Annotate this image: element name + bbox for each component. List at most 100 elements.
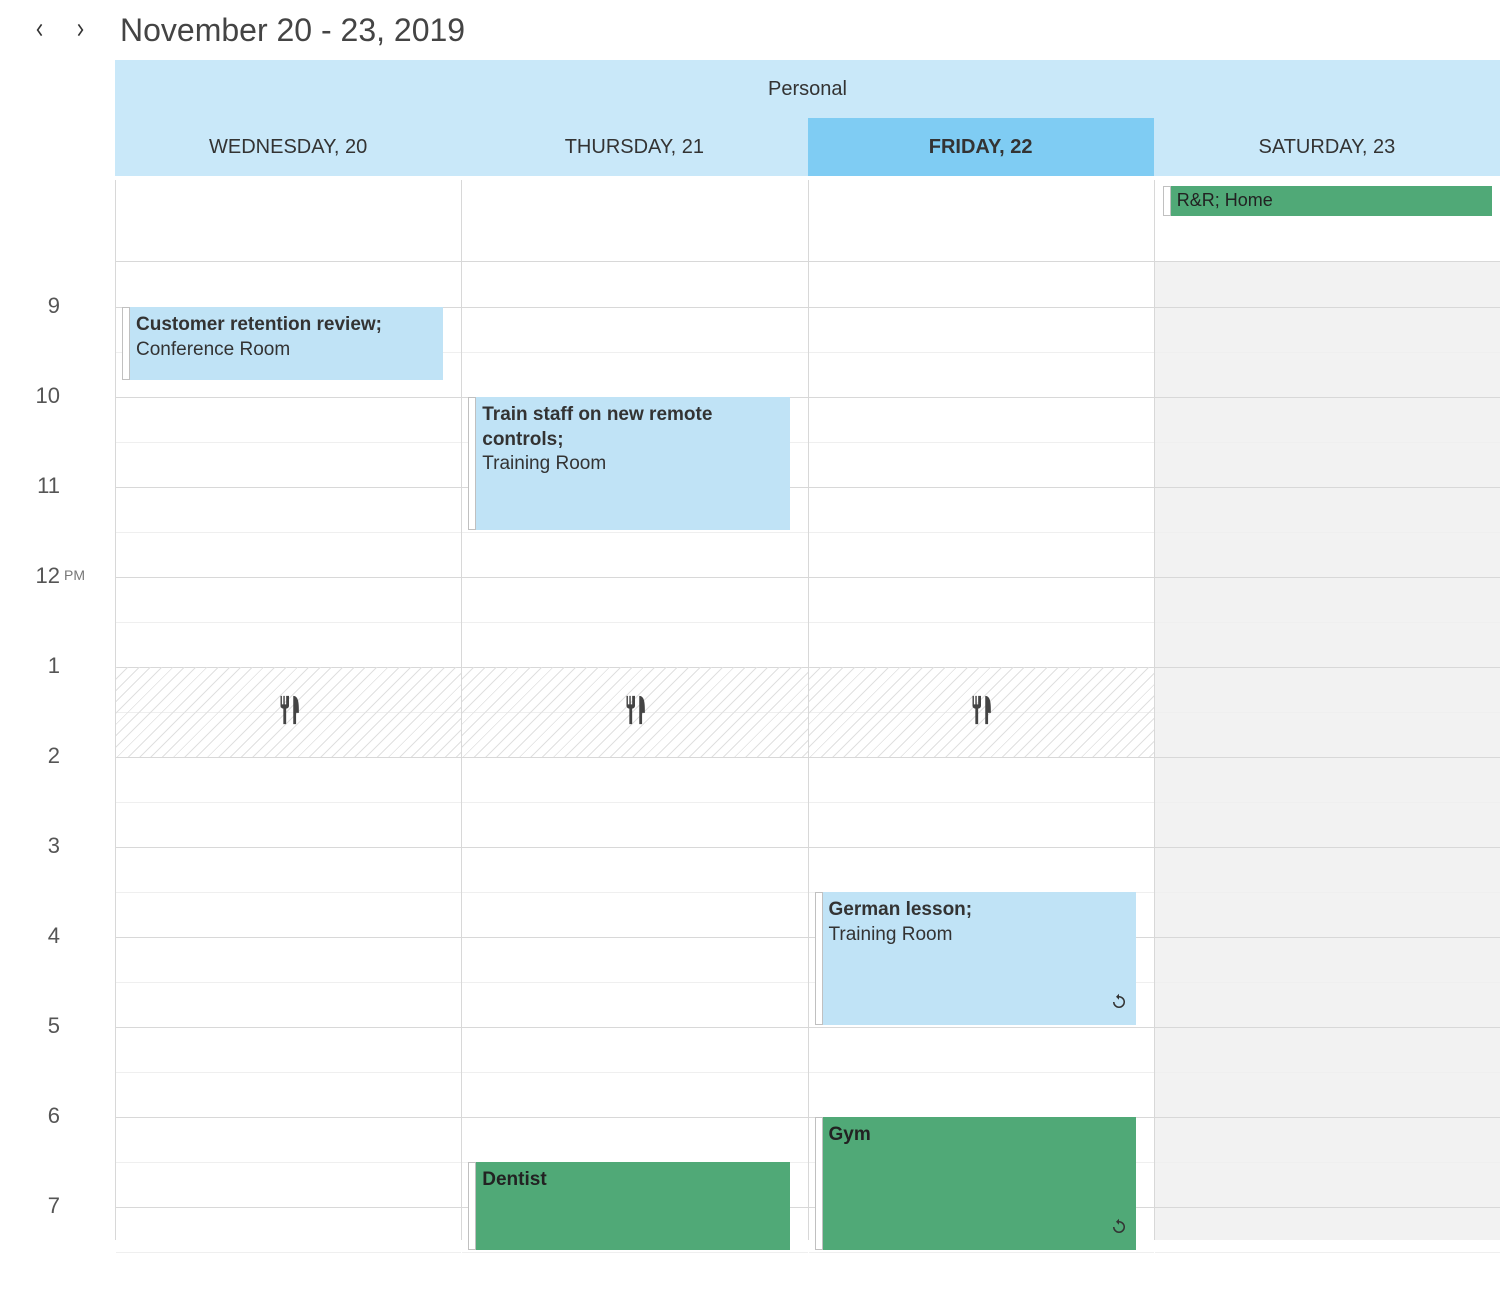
time-label: 12 bbox=[0, 563, 60, 589]
halfhour-line bbox=[1155, 442, 1500, 443]
halfhour-line bbox=[1155, 1162, 1500, 1163]
hour-line bbox=[462, 307, 807, 308]
halfhour-line bbox=[809, 1072, 1154, 1073]
day-column[interactable]: Customer retention review;Conference Roo… bbox=[115, 262, 461, 1240]
event-location: Training Room bbox=[482, 452, 781, 477]
allday-cell[interactable] bbox=[461, 180, 807, 262]
hour-line bbox=[1155, 667, 1500, 668]
halfhour-line bbox=[116, 622, 461, 623]
time-gutter: 9101112PM1234567 bbox=[0, 262, 115, 1240]
halfhour-line bbox=[116, 1072, 461, 1073]
day-header[interactable]: FRIDAY, 22 bbox=[808, 118, 1154, 176]
calendar-event[interactable]: Dentist bbox=[468, 1162, 789, 1250]
halfhour-line bbox=[116, 802, 461, 803]
ampm-label: PM bbox=[64, 567, 85, 583]
hour-line bbox=[1155, 307, 1500, 308]
lunch-block bbox=[809, 667, 1154, 757]
time-label: 6 bbox=[0, 1103, 60, 1129]
day-column[interactable]: German lesson;Training Room Gym bbox=[808, 262, 1154, 1240]
event-stripe bbox=[815, 1117, 823, 1250]
time-label: 3 bbox=[0, 833, 60, 859]
hour-line bbox=[809, 307, 1154, 308]
lunch-block bbox=[462, 667, 807, 757]
hour-line bbox=[1155, 847, 1500, 848]
hour-line bbox=[462, 1117, 807, 1118]
event-title: Gym bbox=[829, 1123, 1128, 1148]
hour-line bbox=[809, 1027, 1154, 1028]
time-label: 9 bbox=[0, 293, 60, 319]
halfhour-line bbox=[1155, 1252, 1500, 1253]
utensils-icon bbox=[618, 693, 652, 732]
time-label: 7 bbox=[0, 1193, 60, 1219]
event-stripe bbox=[815, 892, 823, 1025]
hour-line bbox=[1155, 1207, 1500, 1208]
halfhour-line bbox=[462, 982, 807, 983]
halfhour-line bbox=[1155, 532, 1500, 533]
event-location: Conference Room bbox=[136, 338, 435, 363]
hour-line bbox=[116, 577, 461, 578]
hour-line bbox=[116, 487, 461, 488]
calendar-event[interactable]: Customer retention review;Conference Roo… bbox=[122, 307, 443, 380]
time-label: 5 bbox=[0, 1013, 60, 1039]
hour-line bbox=[809, 757, 1154, 758]
column-headers: Personal WEDNESDAY, 20THURSDAY, 21FRIDAY… bbox=[0, 60, 1500, 180]
time-label-row: 7 bbox=[0, 1207, 115, 1297]
allday-cell[interactable] bbox=[808, 180, 1154, 262]
prev-button[interactable] bbox=[30, 18, 50, 42]
day-header[interactable]: SATURDAY, 23 bbox=[1154, 118, 1500, 176]
allday-cell[interactable]: R&R; Home bbox=[1154, 180, 1500, 262]
allday-event[interactable]: R&R; Home bbox=[1163, 186, 1492, 216]
hour-line bbox=[116, 1027, 461, 1028]
halfhour-line bbox=[809, 352, 1154, 353]
time-grid: 9101112PM1234567 Customer retention revi… bbox=[0, 262, 1500, 1240]
event-title: R&R; Home bbox=[1177, 190, 1273, 210]
hour-line bbox=[1155, 757, 1500, 758]
hour-line bbox=[116, 847, 461, 848]
day-header[interactable]: WEDNESDAY, 20 bbox=[115, 118, 461, 176]
calendar-event[interactable]: Train staff on new remote controls;Train… bbox=[468, 397, 789, 530]
halfhour-line bbox=[116, 532, 461, 533]
halfhour-line bbox=[809, 442, 1154, 443]
halfhour-line bbox=[462, 1072, 807, 1073]
halfhour-line bbox=[462, 892, 807, 893]
event-stripe bbox=[468, 397, 476, 530]
hour-line bbox=[809, 847, 1154, 848]
halfhour-line bbox=[462, 1252, 807, 1253]
hour-line bbox=[1155, 577, 1500, 578]
hour-line bbox=[462, 1027, 807, 1028]
hour-line bbox=[116, 397, 461, 398]
day-header[interactable]: THURSDAY, 21 bbox=[461, 118, 807, 176]
halfhour-line bbox=[116, 892, 461, 893]
halfhour-line bbox=[462, 802, 807, 803]
hour-line bbox=[809, 397, 1154, 398]
day-column[interactable] bbox=[1154, 262, 1500, 1240]
calendar-event[interactable]: Gym bbox=[815, 1117, 1136, 1250]
event-location: Training Room bbox=[829, 923, 1128, 948]
recurring-icon bbox=[1110, 993, 1128, 1019]
halfhour-line bbox=[1155, 712, 1500, 713]
time-label: 1 bbox=[0, 653, 60, 679]
halfhour-line bbox=[1155, 622, 1500, 623]
time-label: 4 bbox=[0, 923, 60, 949]
calendar-event[interactable]: German lesson;Training Room bbox=[815, 892, 1136, 1025]
event-stripe bbox=[122, 307, 130, 380]
hour-line bbox=[809, 577, 1154, 578]
halfhour-line bbox=[462, 352, 807, 353]
date-range-title: November 20 - 23, 2019 bbox=[120, 12, 465, 49]
halfhour-line bbox=[462, 622, 807, 623]
lunch-block bbox=[116, 667, 461, 757]
hour-line bbox=[116, 757, 461, 758]
allday-cell[interactable] bbox=[115, 180, 461, 262]
hour-line bbox=[462, 577, 807, 578]
hour-line bbox=[116, 1117, 461, 1118]
hour-line bbox=[1155, 1117, 1500, 1118]
halfhour-line bbox=[1155, 1072, 1500, 1073]
event-stripe bbox=[468, 1162, 476, 1250]
hour-line bbox=[1155, 397, 1500, 398]
day-column[interactable]: Train staff on new remote controls;Train… bbox=[461, 262, 807, 1240]
hour-line bbox=[809, 487, 1154, 488]
time-label: 2 bbox=[0, 743, 60, 769]
halfhour-line bbox=[1155, 982, 1500, 983]
next-button[interactable] bbox=[70, 18, 90, 42]
event-title: Dentist bbox=[482, 1168, 781, 1193]
